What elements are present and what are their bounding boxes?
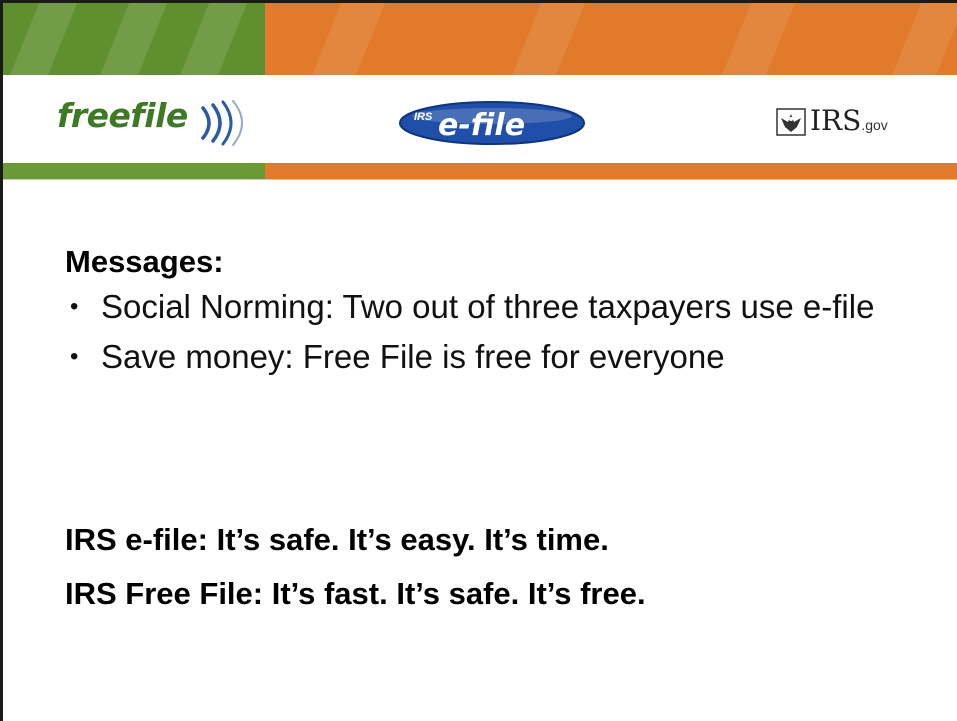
bullet-text: Social Norming: Two out of three taxpaye…: [101, 288, 875, 325]
irs-wordmark: IRS.gov: [810, 104, 888, 137]
header-banner: [3, 3, 957, 180]
header-green-underline: [3, 163, 265, 179]
header-orange-underline: [265, 163, 957, 179]
list-item: • Save money: Free File is free for ever…: [65, 338, 925, 376]
messages-heading: Messages:: [65, 244, 224, 279]
slide: freefile IRS e-file IRS.gov Messages: •: [0, 0, 957, 721]
efile-badge-text: IRS: [414, 111, 433, 123]
eagle-seal-icon: [776, 108, 806, 136]
bullet-text: Save money: Free File is free for everyo…: [101, 338, 725, 375]
irs-gov-logo: IRS.gov: [776, 100, 926, 144]
signal-waves-icon: [201, 100, 243, 146]
freefile-logo: freefile: [57, 96, 277, 146]
taglines-section: IRS e-file: It’s safe. It’s easy. It’s t…: [65, 521, 925, 629]
header-orange-band: [265, 3, 957, 75]
efile-wordmark: e-file: [438, 108, 525, 143]
freefile-tagline: IRS Free File: It’s fast. It’s safe. It’…: [65, 576, 646, 611]
bullet-icon: •: [70, 343, 79, 370]
header-divider: [3, 179, 957, 180]
efile-tagline: IRS e-file: It’s safe. It’s easy. It’s t…: [65, 522, 609, 557]
header-green-band: [3, 3, 265, 75]
list-item: • Social Norming: Two out of three taxpa…: [65, 288, 925, 326]
freefile-wordmark: freefile: [57, 96, 188, 135]
messages-list: • Social Norming: Two out of three taxpa…: [65, 288, 925, 376]
bullet-icon: •: [70, 293, 79, 320]
messages-section: Messages: • Social Norming: Two out of t…: [65, 244, 925, 388]
irs-efile-logo: IRS e-file: [398, 100, 586, 146]
